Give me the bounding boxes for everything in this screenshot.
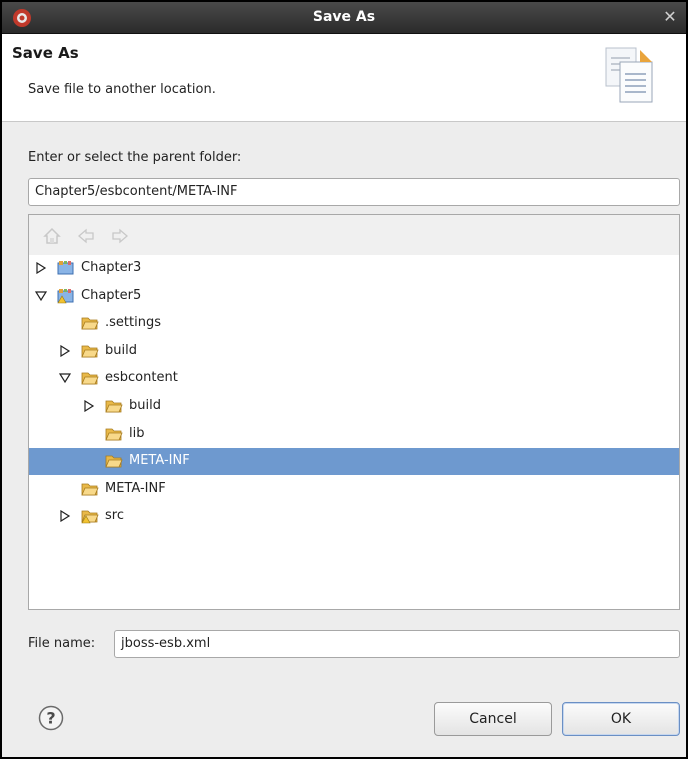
tree-row-label: Chapter3 [81,260,142,275]
close-icon[interactable]: ✕ [660,7,680,27]
save-as-dialog: Save As ✕ Save As Save file to another l… [0,0,688,759]
tree-row[interactable]: Chapter5 [29,283,679,310]
home-icon[interactable] [43,227,61,245]
collapsed-arrow-icon[interactable] [35,262,47,274]
project-warning-icon [57,288,74,303]
folder-icon [81,317,99,330]
tree-row[interactable]: META-INF [29,448,679,476]
folder-icon [81,345,99,358]
project-icon [57,261,74,275]
file-name-input[interactable]: jboss-esb.xml [114,630,680,658]
folder-icon [105,455,123,468]
cancel-button[interactable]: Cancel [434,702,552,736]
folder-icon [105,400,123,413]
expanded-arrow-icon[interactable] [35,290,47,302]
tree-row-label: build [105,342,137,358]
expanded-arrow-icon[interactable] [59,372,71,384]
tree-row[interactable]: META-INF [29,476,679,503]
tree-row[interactable]: build [29,338,679,365]
folder-icon [105,428,123,440]
tree-row-label: META-INF [105,480,166,496]
tree-row-label: META-INF [129,453,190,469]
collapsed-arrow-icon[interactable] [59,510,71,523]
dialog-header: Save As Save file to another location. [2,34,686,122]
title-bar[interactable]: Save As ✕ [2,2,686,34]
tree-row[interactable]: .settings [29,310,679,337]
source-folder-warning-icon [81,510,99,524]
parent-folder-label: Enter or select the parent folder: [28,150,242,165]
tree-row-label: esbcontent [105,370,178,386]
header-title: Save As [12,44,79,62]
folder-icon [81,372,99,385]
tree-row[interactable]: esbcontent [29,365,679,392]
folder-icon [81,483,99,496]
tree-toolbar [29,215,679,255]
tree-row[interactable]: build [29,393,679,420]
window-title: Save As [312,9,376,25]
folder-tree[interactable]: Chapter3 Chapter5 .settings build esbcontent… [28,214,680,610]
collapsed-arrow-icon[interactable] [83,400,95,412]
back-arrow-icon[interactable] [77,227,95,245]
tree-row[interactable]: lib [29,421,679,448]
file-name-label: File name: [28,636,96,651]
parent-folder-input[interactable]: Chapter5/esbcontent/META-INF [28,178,680,206]
svg-text:?: ? [46,709,55,728]
tree-row-label: Chapter5 [81,287,142,303]
tree-row-label: build [129,398,161,413]
forward-arrow-icon[interactable] [111,227,129,245]
tree-row-label: src [105,508,124,524]
help-icon[interactable]: ? [38,705,64,731]
tree-row[interactable]: src [29,503,679,530]
ok-button[interactable]: OK [562,702,680,736]
tree-row-label: lib [129,425,145,441]
tree-row-label: .settings [105,315,161,331]
save-document-icon [605,47,653,103]
collapsed-arrow-icon[interactable] [59,344,71,357]
header-subtitle: Save file to another location. [28,82,216,97]
tree-row[interactable]: Chapter3 [29,255,679,282]
